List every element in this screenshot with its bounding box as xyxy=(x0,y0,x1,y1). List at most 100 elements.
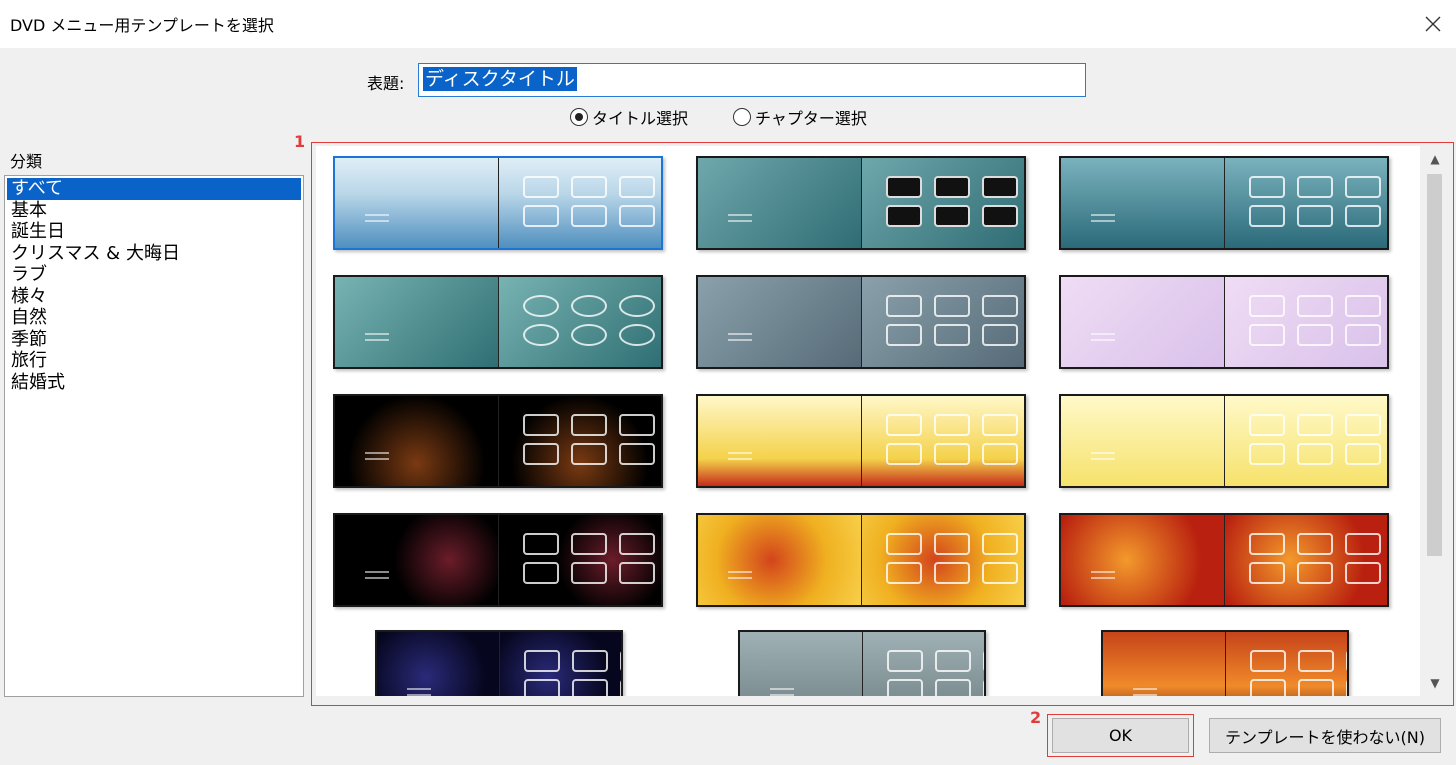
template-thumbnail[interactable] xyxy=(333,394,663,488)
template-chapter-box xyxy=(1344,533,1381,555)
template-chapter-box xyxy=(934,650,971,672)
annotation-number-1: 1 xyxy=(294,132,306,151)
template-chapter-box xyxy=(618,205,655,227)
template-thumbnail[interactable] xyxy=(696,394,1026,488)
template-thumbnail[interactable] xyxy=(333,513,663,607)
template-menu-preview xyxy=(861,632,984,696)
template-chapter-boxes xyxy=(1248,414,1381,465)
template-chapter-box xyxy=(933,443,970,465)
category-list[interactable]: すべて 基本 誕生日 クリスマス & 大晦日 ラブ 様々 自然 季節 旅行 結婚… xyxy=(4,175,304,697)
template-menu-preview xyxy=(497,396,661,486)
template-chapter-box xyxy=(1248,295,1285,317)
template-title-preview xyxy=(698,158,861,248)
template-thumbnail[interactable] xyxy=(1059,394,1389,488)
template-thumbnail[interactable] xyxy=(738,630,986,696)
template-chapter-box xyxy=(934,679,971,696)
template-chapter-box xyxy=(570,414,607,436)
template-chapter-boxes xyxy=(885,533,1018,584)
template-thumbnail[interactable] xyxy=(1101,630,1349,696)
template-chapter-box xyxy=(886,650,923,672)
template-chapter-boxes xyxy=(522,414,655,465)
template-chapter-box xyxy=(1296,176,1333,198)
template-chapter-box xyxy=(933,533,970,555)
template-chapter-box xyxy=(933,414,970,436)
category-item[interactable]: 様々 xyxy=(7,286,301,308)
template-chapter-boxes xyxy=(522,295,655,346)
template-menu-preview xyxy=(498,632,621,696)
template-title-preview xyxy=(377,632,499,696)
template-title-preview xyxy=(335,396,498,486)
template-menu-preview xyxy=(497,158,661,248)
template-chapter-box xyxy=(981,443,1018,465)
template-chapter-box xyxy=(885,414,922,436)
template-thumbnail[interactable] xyxy=(375,630,623,696)
template-thumbnail[interactable] xyxy=(333,275,663,369)
category-item[interactable]: ラブ xyxy=(7,264,301,286)
template-chapter-box xyxy=(885,295,922,317)
template-thumbnail[interactable] xyxy=(696,275,1026,369)
category-item[interactable]: 誕生日 xyxy=(7,221,301,243)
template-chapter-box xyxy=(571,650,608,672)
ok-button[interactable]: OK xyxy=(1052,718,1189,753)
template-chapter-box xyxy=(981,414,1018,436)
template-chapter-boxes xyxy=(1249,650,1347,696)
caption-input[interactable]: ディスクタイトル xyxy=(418,63,1086,97)
template-title-preview xyxy=(1103,632,1225,696)
template-chapter-box xyxy=(933,205,970,227)
close-button[interactable] xyxy=(1410,0,1456,48)
template-chapter-box xyxy=(618,176,655,198)
category-item[interactable]: 基本 xyxy=(7,200,301,222)
template-chapter-box xyxy=(933,176,970,198)
category-item[interactable]: すべて xyxy=(7,178,301,200)
category-item[interactable]: 自然 xyxy=(7,307,301,329)
category-item[interactable]: 結婚式 xyxy=(7,372,301,394)
template-chapter-box xyxy=(618,324,655,346)
template-chapter-box xyxy=(522,414,559,436)
template-title-lines xyxy=(1133,688,1157,696)
template-thumbnail[interactable] xyxy=(1059,156,1389,250)
scroll-up-icon[interactable]: ▲ xyxy=(1421,146,1449,172)
template-thumbnail[interactable] xyxy=(696,156,1026,250)
template-thumbnail[interactable] xyxy=(1059,275,1389,369)
template-chapter-box xyxy=(885,533,922,555)
template-thumbnail[interactable] xyxy=(1059,513,1389,607)
template-thumbnail[interactable] xyxy=(333,156,663,250)
template-chapter-box xyxy=(1248,176,1285,198)
close-icon xyxy=(1425,16,1441,32)
template-title-lines xyxy=(365,571,389,579)
chapter-select-radio[interactable]: チャプター選択 xyxy=(733,104,867,130)
template-chapter-boxes xyxy=(522,533,655,584)
template-title-lines xyxy=(1091,214,1115,222)
vertical-scrollbar[interactable]: ▲ ▼ xyxy=(1421,146,1449,696)
scroll-thumb[interactable] xyxy=(1427,174,1442,556)
template-chapter-box xyxy=(933,324,970,346)
template-chapter-box xyxy=(1248,443,1285,465)
caption-label: 表題: xyxy=(367,74,405,93)
template-chapter-box xyxy=(1344,295,1381,317)
title-select-radio[interactable]: タイトル選択 xyxy=(570,104,688,130)
template-grid[interactable] xyxy=(316,146,1420,696)
template-chapter-box xyxy=(570,562,607,584)
template-chapter-boxes xyxy=(1248,176,1381,227)
template-chapter-box xyxy=(885,205,922,227)
template-chapter-box xyxy=(570,533,607,555)
template-chapter-box xyxy=(1296,205,1333,227)
scroll-down-icon[interactable]: ▼ xyxy=(1421,670,1449,696)
title-select-label: タイトル選択 xyxy=(592,109,689,128)
template-chapter-box xyxy=(885,562,922,584)
category-item[interactable]: クリスマス & 大晦日 xyxy=(7,243,301,265)
template-chapter-box xyxy=(618,414,655,436)
template-menu-preview xyxy=(860,158,1024,248)
template-chapter-box xyxy=(1296,562,1333,584)
template-thumbnail[interactable] xyxy=(696,513,1026,607)
template-chapter-box xyxy=(1296,414,1333,436)
category-item[interactable]: 旅行 xyxy=(7,350,301,372)
template-chapter-box xyxy=(1296,443,1333,465)
template-chapter-box xyxy=(885,324,922,346)
template-chapter-box xyxy=(886,679,923,696)
template-chapter-boxes xyxy=(523,650,621,696)
radio-unchecked-icon xyxy=(733,108,751,126)
category-item[interactable]: 季節 xyxy=(7,329,301,351)
no-template-button[interactable]: テンプレートを使わない(N) xyxy=(1209,718,1441,753)
template-chapter-boxes xyxy=(1248,295,1381,346)
